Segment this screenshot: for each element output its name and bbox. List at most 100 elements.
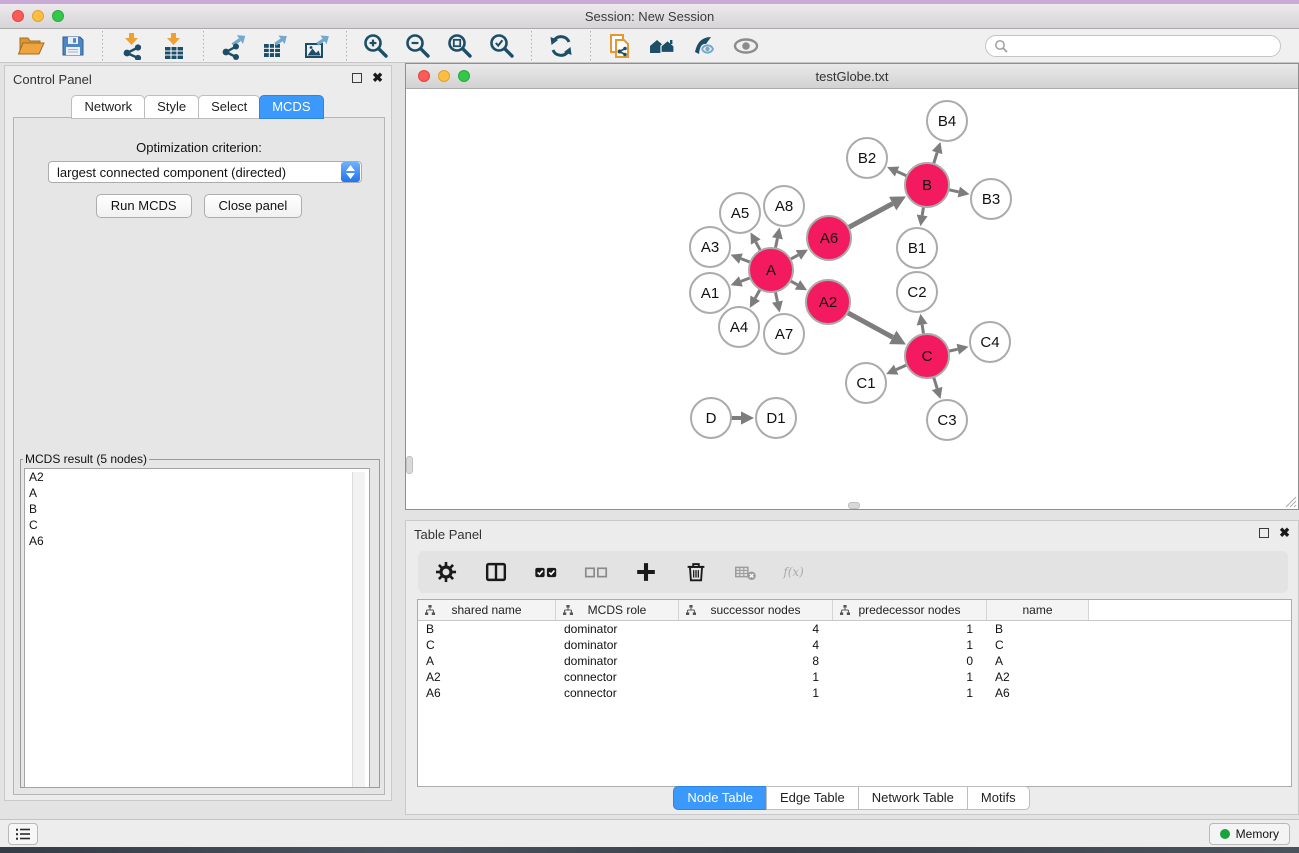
table-cell[interactable]: dominator xyxy=(556,637,679,653)
show-all-networks-icon[interactable] xyxy=(647,31,677,61)
column-header-successor-nodes[interactable]: successor nodes xyxy=(679,600,833,620)
network-canvas[interactable]: B4B2BB3A8A5A6A3B1AA1C2A2A4A7C4CC1DD1C3 xyxy=(406,89,1298,509)
graph-edge-A-A8[interactable] xyxy=(775,238,777,248)
show-columns-icon[interactable] xyxy=(482,558,510,586)
graph-edge-A-A3[interactable] xyxy=(741,259,751,263)
table-cell[interactable]: B xyxy=(987,621,1089,637)
column-header-name[interactable]: name xyxy=(987,600,1089,620)
save-session-icon[interactable] xyxy=(58,31,88,61)
search-field[interactable] xyxy=(985,35,1281,57)
export-network-icon[interactable] xyxy=(218,31,248,61)
hide-panels-icon[interactable] xyxy=(731,31,761,61)
mcds-result-item[interactable]: C xyxy=(25,517,369,533)
apply-preferred-layout-icon[interactable] xyxy=(546,31,576,61)
open-session-icon[interactable] xyxy=(16,31,46,61)
select-all-rows-icon[interactable] xyxy=(532,558,560,586)
table-cell[interactable]: A6 xyxy=(418,685,556,701)
graph-edge-A-A4[interactable] xyxy=(755,289,760,298)
mcds-result-item[interactable]: A6 xyxy=(25,533,369,549)
delete-column-icon[interactable] xyxy=(682,558,710,586)
table-cell[interactable]: 8 xyxy=(679,653,833,669)
table-cell[interactable]: connector xyxy=(556,685,679,701)
toggle-graphics-details-icon[interactable] xyxy=(689,31,719,61)
table-row[interactable]: A6connector11A6 xyxy=(418,685,1291,701)
table-cell[interactable]: 0 xyxy=(833,653,987,669)
optimization-criterion-select[interactable]: largest connected component (directed) xyxy=(48,161,362,183)
mcds-result-item[interactable]: A2 xyxy=(25,469,369,485)
float-panel-icon[interactable] xyxy=(352,73,362,83)
control-tab-select[interactable]: Select xyxy=(198,95,260,119)
table-cell[interactable]: connector xyxy=(556,669,679,685)
graph-edge-C-C3[interactable] xyxy=(934,377,938,389)
table-cell[interactable]: A2 xyxy=(987,669,1089,685)
add-column-icon[interactable] xyxy=(632,558,660,586)
graph-edge-A-A6[interactable] xyxy=(790,255,798,259)
deselect-all-rows-icon[interactable] xyxy=(582,558,610,586)
table-cell[interactable]: 1 xyxy=(679,669,833,685)
close-table-panel-icon[interactable]: ✖ xyxy=(1279,528,1290,538)
table-cell[interactable]: A xyxy=(418,653,556,669)
graph-edge-A-A2[interactable] xyxy=(790,281,797,285)
table-cell[interactable]: A6 xyxy=(987,685,1089,701)
import-table-icon[interactable] xyxy=(159,31,189,61)
mcds-result-item[interactable]: A xyxy=(25,485,369,501)
graph-edge-B-B1[interactable] xyxy=(922,207,923,216)
zoom-in-icon[interactable] xyxy=(361,31,391,61)
zoom-out-icon[interactable] xyxy=(403,31,433,61)
mcds-result-list[interactable]: A2ABCA6 xyxy=(24,468,370,788)
control-tab-network[interactable]: Network xyxy=(71,95,145,119)
float-table-panel-icon[interactable] xyxy=(1259,528,1269,538)
column-header-predecessor-nodes[interactable]: predecessor nodes xyxy=(833,600,987,620)
search-input[interactable] xyxy=(1008,39,1272,53)
graph-edge-C-C1[interactable] xyxy=(896,365,907,370)
import-network-icon[interactable] xyxy=(117,31,147,61)
table-cell[interactable]: 1 xyxy=(833,621,987,637)
graph-edge-B-B4[interactable] xyxy=(934,152,938,164)
graph-edge-A6-B[interactable] xyxy=(848,204,892,228)
mcds-result-item[interactable]: B xyxy=(25,501,369,517)
table-tab-node-table[interactable]: Node Table xyxy=(673,786,767,810)
graph-edge-A-A7[interactable] xyxy=(775,292,777,302)
table-cell[interactable]: B xyxy=(418,621,556,637)
table-row[interactable]: Cdominator41C xyxy=(418,637,1291,653)
table-cell[interactable]: C xyxy=(987,637,1089,653)
column-header-shared-name[interactable]: shared name xyxy=(418,600,556,620)
zoom-selected-icon[interactable] xyxy=(487,31,517,61)
table-cell[interactable]: dominator xyxy=(556,621,679,637)
mcds-list-scrollbar[interactable] xyxy=(352,472,365,788)
table-cell[interactable]: 1 xyxy=(833,685,987,701)
table-tab-motifs[interactable]: Motifs xyxy=(967,786,1030,810)
table-cell[interactable]: A xyxy=(987,653,1089,669)
table-settings-icon[interactable] xyxy=(432,558,460,586)
table-tab-network-table[interactable]: Network Table xyxy=(858,786,968,810)
table-cell[interactable]: 4 xyxy=(679,637,833,653)
status-menu-button[interactable] xyxy=(8,823,38,845)
resize-grip-icon[interactable] xyxy=(1283,494,1297,508)
close-panel-button[interactable]: Close panel xyxy=(204,194,303,218)
export-image-icon[interactable] xyxy=(302,31,332,61)
graph-edge-B-B3[interactable] xyxy=(948,190,958,192)
duplicate-network-icon[interactable] xyxy=(605,31,635,61)
control-tab-mcds[interactable]: MCDS xyxy=(259,95,323,119)
table-cell[interactable]: C xyxy=(418,637,556,653)
graph-edge-A-A5[interactable] xyxy=(756,242,761,251)
table-row[interactable]: Bdominator41B xyxy=(418,621,1291,637)
table-row[interactable]: A2connector11A2 xyxy=(418,669,1291,685)
table-tab-edge-table[interactable]: Edge Table xyxy=(766,786,859,810)
close-panel-icon[interactable]: ✖ xyxy=(372,73,383,83)
memory-button[interactable]: Memory xyxy=(1209,823,1290,845)
graph-edge-C-C2[interactable] xyxy=(922,325,924,335)
graph-edge-C-C4[interactable] xyxy=(948,349,957,351)
table-cell[interactable]: 1 xyxy=(679,685,833,701)
table-row[interactable]: Adominator80A xyxy=(418,653,1291,669)
zoom-fit-icon[interactable] xyxy=(445,31,475,61)
table-cell[interactable]: 4 xyxy=(679,621,833,637)
export-table-icon[interactable] xyxy=(260,31,290,61)
graph-edge-A2-C[interactable] xyxy=(847,313,892,338)
vertical-scroll-thumb[interactable] xyxy=(406,456,413,474)
table-cell[interactable]: dominator xyxy=(556,653,679,669)
table-cell[interactable]: 1 xyxy=(833,637,987,653)
graph-edge-A-A1[interactable] xyxy=(741,278,751,282)
control-tab-style[interactable]: Style xyxy=(144,95,199,119)
graph-edge-B-B2[interactable] xyxy=(897,172,907,176)
